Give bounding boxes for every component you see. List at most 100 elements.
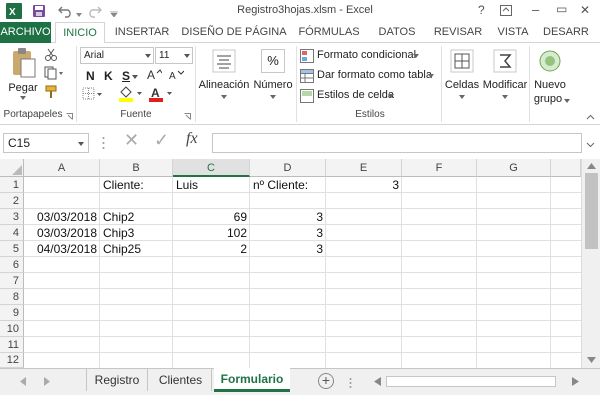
cell-c3[interactable]: 69 [173, 210, 249, 224]
cell-d4[interactable]: 3 [250, 226, 325, 240]
cell-a5[interactable]: 04/03/2018 [24, 242, 99, 256]
minimize-button[interactable]: – [532, 2, 539, 17]
row-header-8[interactable]: 8 [0, 289, 24, 305]
row-header-4[interactable]: 4 [0, 225, 24, 241]
add-sheet-button[interactable]: + [318, 373, 334, 389]
enter-entry-button[interactable]: ✓ [154, 130, 169, 151]
cell-d3[interactable]: 3 [250, 210, 325, 224]
tab-formulas[interactable]: FÓRMULAS [294, 22, 364, 43]
insert-function-button[interactable]: fx [186, 130, 198, 148]
cell-b1[interactable]: Cliente: [101, 178, 146, 192]
font-launcher-icon[interactable] [184, 111, 191, 120]
ribbon-display-options-icon[interactable] [500, 5, 512, 16]
horizontal-scrollbar[interactable] [372, 374, 582, 389]
cell-c1[interactable]: Luis [174, 178, 200, 192]
redo-icon[interactable] [86, 4, 102, 18]
column-header-f[interactable]: F [402, 159, 477, 177]
copy-icon[interactable] [44, 66, 64, 80]
column-header-a[interactable]: A [24, 159, 100, 177]
cell-b5[interactable]: Chip25 [101, 242, 143, 256]
restore-button[interactable]: ▭ [556, 2, 567, 16]
undo-dropdown-icon[interactable] [76, 9, 82, 17]
cancel-entry-button[interactable]: ✕ [124, 130, 139, 151]
cell-d1[interactable]: nº Cliente: [251, 178, 310, 192]
row-header-1[interactable]: 1 [0, 177, 24, 193]
modify-button[interactable]: Modificar [482, 46, 528, 106]
clipboard-launcher-icon[interactable] [66, 111, 73, 120]
sheet-tab-clientes[interactable]: Clientes [150, 369, 212, 391]
sheet-tab-registro[interactable]: Registro [86, 369, 148, 391]
formula-bar-grip-icon[interactable] [102, 136, 105, 150]
font-name-box[interactable]: Arial [80, 47, 154, 64]
font-color-icon[interactable]: A [148, 85, 176, 103]
cut-icon[interactable] [44, 48, 58, 62]
column-header-h[interactable] [551, 159, 581, 177]
cell-b4[interactable]: Chip3 [101, 226, 136, 240]
column-header-g[interactable]: G [477, 159, 551, 177]
help-button[interactable]: ? [478, 3, 485, 17]
row-header-9[interactable]: 9 [0, 305, 24, 321]
tab-revisar[interactable]: REVISAR [429, 22, 487, 43]
tab-insertar[interactable]: INSERTAR [111, 22, 173, 43]
format-painter-icon[interactable] [44, 85, 58, 99]
increase-font-icon[interactable]: A [146, 67, 163, 82]
sheet-tab-formulario[interactable]: Formulario [214, 368, 290, 392]
column-header-d[interactable]: D [250, 159, 326, 177]
row-header-10[interactable]: 10 [0, 321, 24, 337]
column-header-e[interactable]: E [326, 159, 402, 177]
cell-e1[interactable]: 3 [326, 178, 401, 192]
scroll-up-icon[interactable] [587, 163, 596, 169]
bold-button[interactable]: N [86, 69, 95, 83]
formula-input[interactable] [212, 133, 582, 153]
expand-formula-bar-icon[interactable] [586, 139, 595, 148]
row-header-5[interactable]: 5 [0, 241, 24, 257]
cell-a4[interactable]: 03/03/2018 [24, 226, 99, 240]
cell-styles-button[interactable]: Estilos de celda [300, 88, 400, 104]
collapse-ribbon-icon[interactable] [586, 111, 595, 120]
italic-button[interactable]: K [104, 69, 113, 83]
scroll-right-icon[interactable] [572, 377, 579, 386]
alignment-button[interactable]: Alineación [198, 46, 250, 106]
tab-desarrollador[interactable]: DESARR [543, 22, 600, 43]
column-header-c[interactable]: C [173, 159, 250, 177]
font-name-dropdown-icon[interactable] [145, 54, 151, 58]
qat-customize-icon[interactable] [110, 8, 118, 18]
name-box[interactable]: C15 [3, 133, 89, 153]
number-button[interactable]: % Número [251, 46, 295, 106]
underline-dropdown-icon[interactable] [132, 75, 138, 79]
row-header-2[interactable]: 2 [0, 193, 24, 209]
borders-icon[interactable] [82, 87, 104, 101]
close-button[interactable]: ✕ [580, 3, 590, 17]
cell-c4[interactable]: 102 [173, 226, 249, 240]
cell-d5[interactable]: 3 [250, 242, 325, 256]
tab-archivo[interactable]: ARCHIVO [0, 22, 51, 43]
row-header-3[interactable]: 3 [0, 209, 24, 225]
scroll-left-icon[interactable] [374, 377, 381, 386]
tab-split-handle-icon[interactable] [349, 377, 352, 389]
name-box-dropdown-icon[interactable] [78, 142, 84, 146]
row-header-6[interactable]: 6 [0, 257, 24, 273]
save-icon[interactable] [32, 4, 46, 18]
cell-c5[interactable]: 2 [173, 242, 249, 256]
new-group-button[interactable]: Nuevo grupo [531, 46, 570, 106]
vertical-scroll-thumb[interactable] [585, 173, 598, 249]
cell-a3[interactable]: 03/03/2018 [24, 210, 99, 224]
horizontal-scroll-thumb[interactable] [386, 376, 556, 387]
scroll-down-icon[interactable] [587, 357, 596, 363]
undo-icon[interactable] [58, 4, 74, 18]
row-header-12[interactable]: 12 [0, 353, 24, 368]
vertical-scrollbar[interactable] [581, 159, 600, 368]
row-header-7[interactable]: 7 [0, 273, 24, 289]
row-header-11[interactable]: 11 [0, 337, 24, 353]
decrease-font-icon[interactable]: A [168, 68, 185, 82]
cell-b3[interactable]: Chip2 [101, 210, 136, 224]
font-size-dropdown-icon[interactable] [184, 54, 190, 58]
scroll-sheets-left-icon[interactable] [20, 377, 26, 386]
format-as-table-button[interactable]: Dar formato como tabla [300, 68, 440, 84]
tab-vista[interactable]: VISTA [492, 22, 534, 43]
tab-inicio[interactable]: INICIO [55, 22, 105, 44]
spreadsheet-grid[interactable]: A B C D E F G 1 2 3 4 5 6 7 8 9 10 11 12… [0, 159, 600, 368]
conditional-format-button[interactable]: Formato condicional [300, 48, 440, 64]
select-all-corner[interactable] [0, 159, 24, 177]
tab-diseno-pagina[interactable]: DISEÑO DE PÁGINA [179, 22, 289, 43]
